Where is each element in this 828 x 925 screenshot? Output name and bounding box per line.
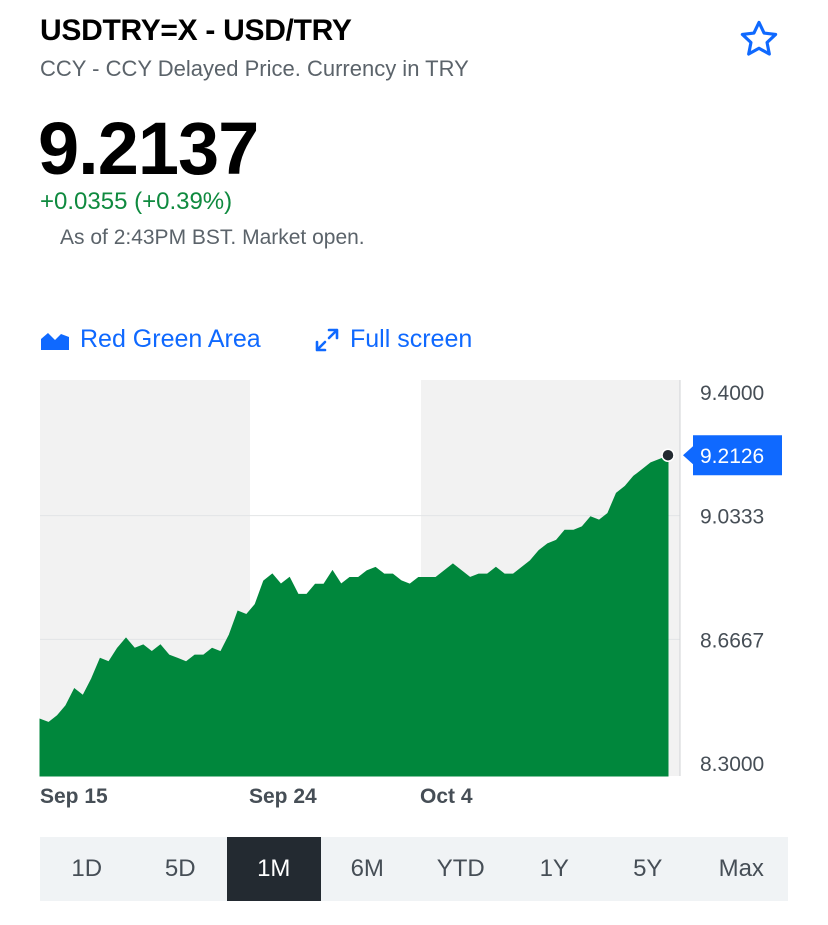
star-icon[interactable] [738, 18, 780, 60]
current-value-dot [661, 448, 675, 462]
y-tick-label: 8.6667 [700, 629, 764, 652]
range-selector: 1D 5D 1M 6M YTD 1Y 5Y Max [40, 837, 788, 901]
range-button-6m[interactable]: 6M [321, 837, 415, 901]
current-value-label: 9.2126 [700, 445, 764, 468]
fullscreen-button[interactable]: Full screen [314, 325, 472, 354]
area-chart-icon [41, 332, 69, 350]
x-tick-label: Sep 24 [249, 785, 317, 808]
page-subtitle: CCY - CCY Delayed Price. Currency in TRY [40, 56, 469, 81]
expand-arrows-icon [315, 328, 339, 351]
range-button-ytd[interactable]: YTD [414, 837, 508, 901]
range-button-1y[interactable]: 1Y [508, 837, 602, 901]
chart-type-label: Red Green Area [80, 325, 261, 353]
range-button-max[interactable]: Max [695, 837, 789, 901]
range-button-1d[interactable]: 1D [40, 837, 134, 901]
y-tick-label: 9.0333 [700, 506, 764, 529]
y-tick-label: 8.3000 [700, 753, 764, 776]
current-price: 9.2137 [38, 107, 259, 190]
fullscreen-label: Full screen [350, 325, 473, 353]
price-chart[interactable]: 9.4000 9.0333 8.6667 8.3000 Sep 15 Sep 24 Oct … [0, 360, 828, 820]
range-button-5d[interactable]: 5D [134, 837, 228, 901]
range-button-1m[interactable]: 1M [227, 837, 321, 901]
y-tick-label: 9.4000 [700, 382, 764, 405]
page-title: USDTRY=X - USD/TRY [40, 14, 352, 47]
price-change: +0.0355 (+0.39%) [40, 188, 233, 215]
as-of-timestamp: As of 2:43PM BST. Market open. [60, 226, 365, 249]
chart-type-button[interactable]: Red Green Area [40, 325, 261, 354]
range-button-5y[interactable]: 5Y [601, 837, 695, 901]
x-tick-label: Oct 4 [420, 785, 473, 808]
x-tick-label: Sep 15 [40, 785, 108, 808]
